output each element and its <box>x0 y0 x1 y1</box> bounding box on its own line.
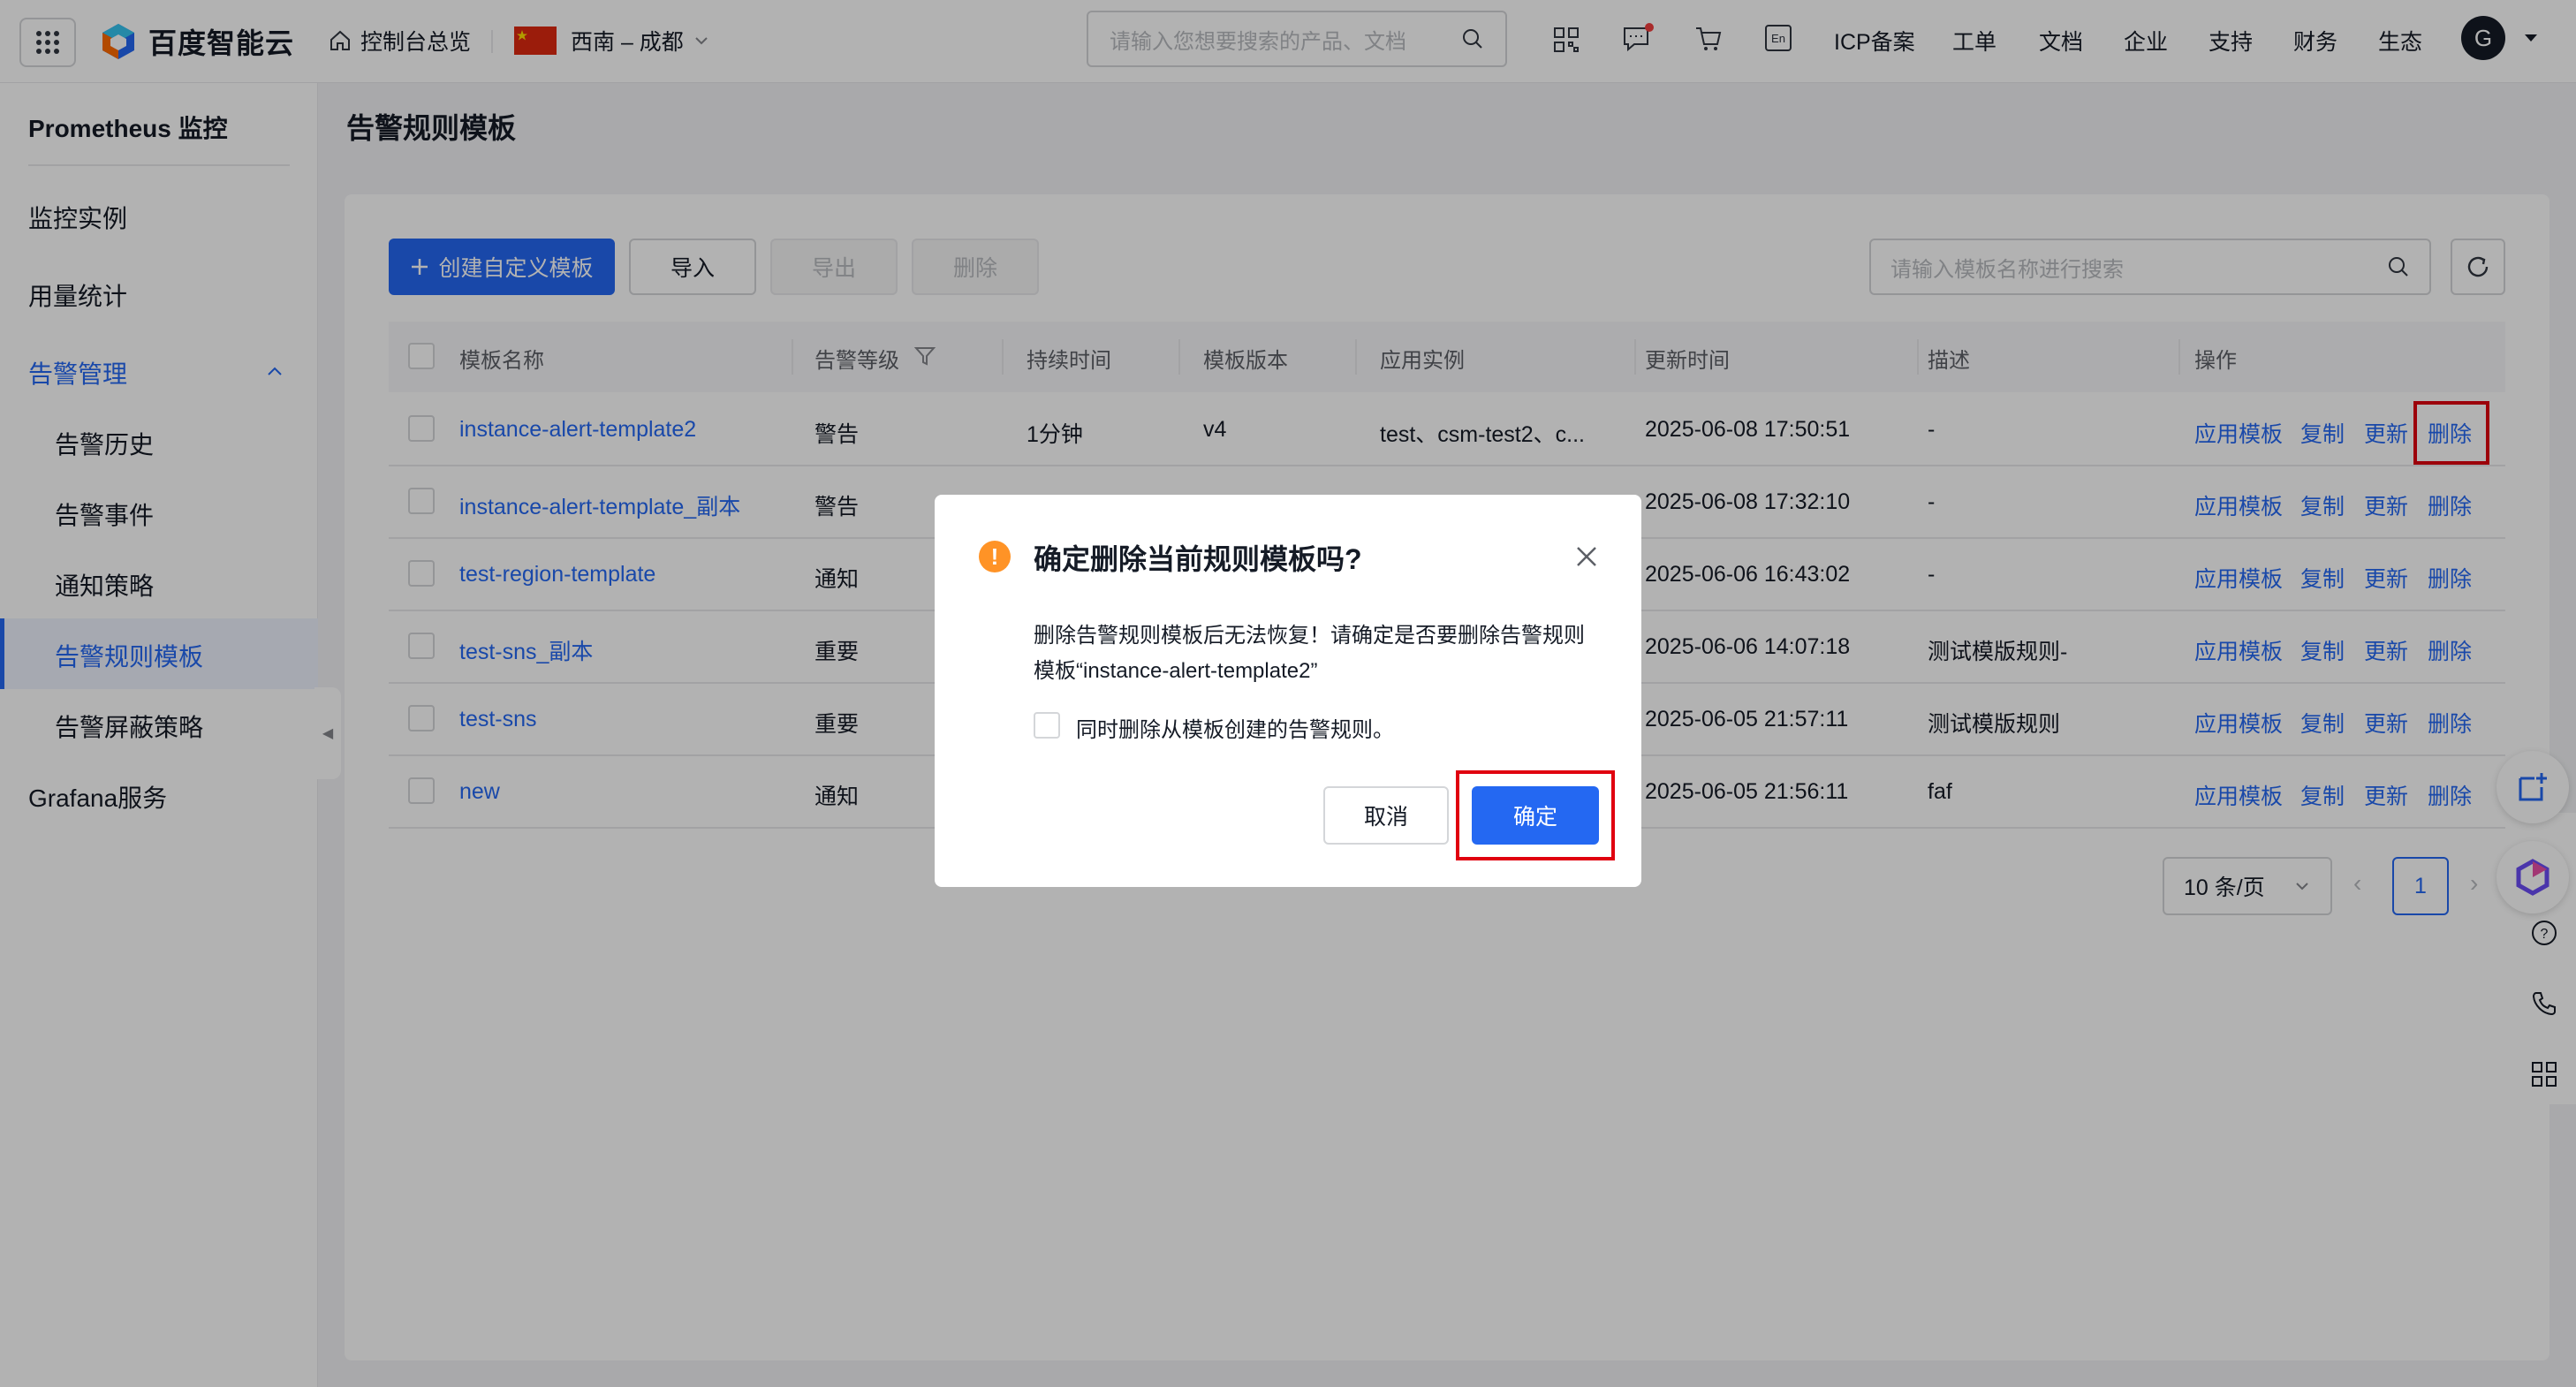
dialog-message-line2: 模板“instance-alert-template2” <box>1034 659 1318 683</box>
delete-related-rules-checkbox[interactable] <box>1034 712 1060 739</box>
delete-confirm-dialog: ! 确定删除当前规则模板吗? 删除告警规则模板后无法恢复！请确定是否要删除告警规… <box>935 495 1641 887</box>
dialog-message-line1: 删除告警规则模板后无法恢复！请确定是否要删除告警规则 <box>1034 624 1585 648</box>
close-icon[interactable] <box>1571 541 1602 572</box>
dialog-title: 确定删除当前规则模板吗? <box>1034 543 1362 575</box>
delete-related-rules-label[interactable]: 同时删除从模板创建的告警规则。 <box>1076 712 1394 743</box>
cancel-button[interactable]: 取消 <box>1323 786 1449 845</box>
dialog-message: 删除告警规则模板后无法恢复！请确定是否要删除告警规则 模板“instance-a… <box>1034 618 1617 689</box>
warning-icon: ! <box>979 541 1011 572</box>
highlight-confirm-button <box>1456 770 1615 860</box>
